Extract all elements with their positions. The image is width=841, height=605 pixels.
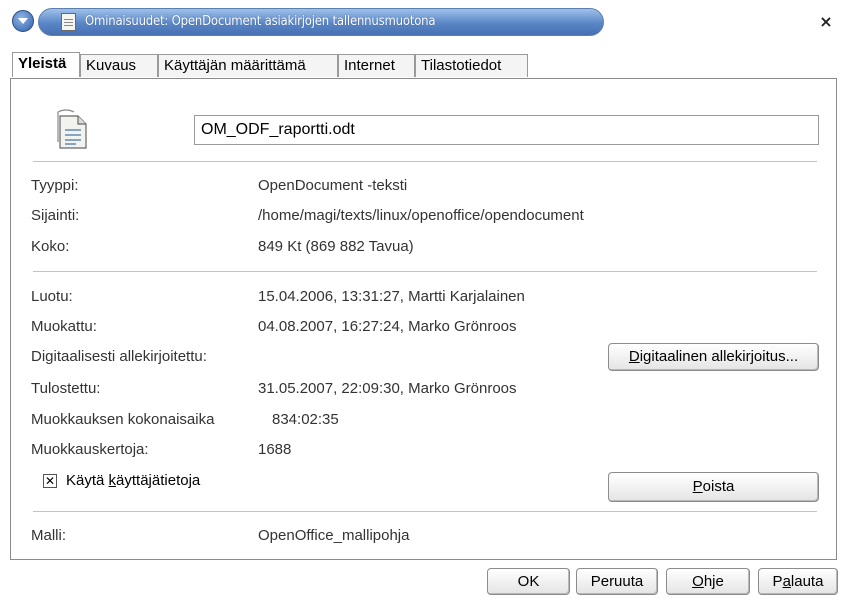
help-button-label: hje (703, 573, 724, 590)
delete-button[interactable]: Poista (608, 472, 819, 502)
separator (33, 161, 817, 162)
reset-mnemonic: a (782, 573, 791, 590)
reset-button[interactable]: Palauta (758, 568, 838, 595)
total-editing-time-label: Muokkauksen kokonaisaika (31, 411, 215, 428)
tab-user-defined[interactable]: Käyttäjän määrittämä (158, 54, 338, 77)
document-icon (57, 109, 87, 149)
digital-signature-button[interactable]: Digitaalinen allekirjoitus... (608, 343, 819, 371)
general-panel: OM_ODF_raportti.odt Tyyppi: OpenDocument… (10, 78, 837, 560)
delete-mnemonic: P (692, 478, 703, 495)
close-icon[interactable]: × (818, 14, 834, 30)
created-label: Luotu: (31, 288, 73, 305)
help-button[interactable]: Ohje (666, 568, 750, 595)
reset-label-end: lauta (790, 573, 824, 590)
help-mnemonic: O (692, 573, 704, 590)
use-user-data-checkbox[interactable]: ✕ (43, 474, 57, 488)
window-title: Ominaisuudet: OpenDocument asiakirjojen … (85, 14, 436, 29)
total-editing-time-value: 834:02:35 (272, 411, 339, 428)
size-value: 849 Kt (869 882 Tavua) (258, 238, 414, 255)
tab-statistics[interactable]: Tilastotiedot (415, 54, 528, 77)
size-label: Koko: (31, 238, 70, 255)
type-value: OpenDocument -teksti (258, 177, 408, 194)
printed-value: 31.05.2007, 22:09:30, Marko Grönroos (258, 380, 517, 397)
use-user-data-label-end: äyttäjätietoja (116, 472, 201, 489)
template-label: Malli: (31, 527, 67, 544)
template-value: OpenOffice_mallipohja (258, 527, 410, 544)
revision-count-value: 1688 (258, 441, 292, 458)
location-value: /home/magi/texts/linux/openoffice/opendo… (258, 207, 584, 224)
window-menu-button[interactable] (12, 10, 34, 32)
ok-button[interactable]: OK (487, 568, 570, 595)
tab-internet[interactable]: Internet (338, 54, 415, 77)
separator (33, 511, 817, 512)
reset-label-start: P (772, 573, 783, 590)
digital-signature-mnemonic: D (628, 348, 640, 365)
revision-count-label: Muokkauskertoja: (31, 441, 149, 458)
location-label: Sijainti: (31, 207, 80, 224)
delete-button-label: oista (702, 478, 735, 495)
modified-value: 04.08.2007, 16:27:24, Marko Grönroos (258, 318, 517, 335)
tab-description[interactable]: Kuvaus (80, 54, 158, 77)
use-user-data-label[interactable]: Käytä käyttäjätietoja (66, 472, 200, 489)
separator (33, 271, 817, 272)
file-name-field[interactable]: OM_ODF_raportti.odt (194, 115, 819, 145)
digital-signature-button-label: igitaalinen allekirjoitus... (639, 348, 799, 365)
created-value: 15.04.2006, 13:31:27, Martti Karjalainen (258, 288, 525, 305)
cancel-button[interactable]: Peruuta (576, 568, 658, 595)
use-user-data-label-start: Käytä (66, 472, 109, 489)
printed-label: Tulostettu: (31, 380, 101, 397)
type-label: Tyyppi: (31, 177, 79, 194)
digitally-signed-label: Digitaalisesti allekirjoitettu: (31, 348, 207, 365)
title-pill[interactable]: Ominaisuudet: OpenDocument asiakirjojen … (38, 8, 604, 36)
title-bar: Ominaisuudet: OpenDocument asiakirjojen … (0, 0, 841, 42)
tab-general[interactable]: Yleistä (12, 52, 80, 77)
document-icon (61, 13, 76, 31)
use-user-data-mnemonic: k (108, 472, 117, 489)
modified-label: Muokattu: (31, 318, 97, 335)
